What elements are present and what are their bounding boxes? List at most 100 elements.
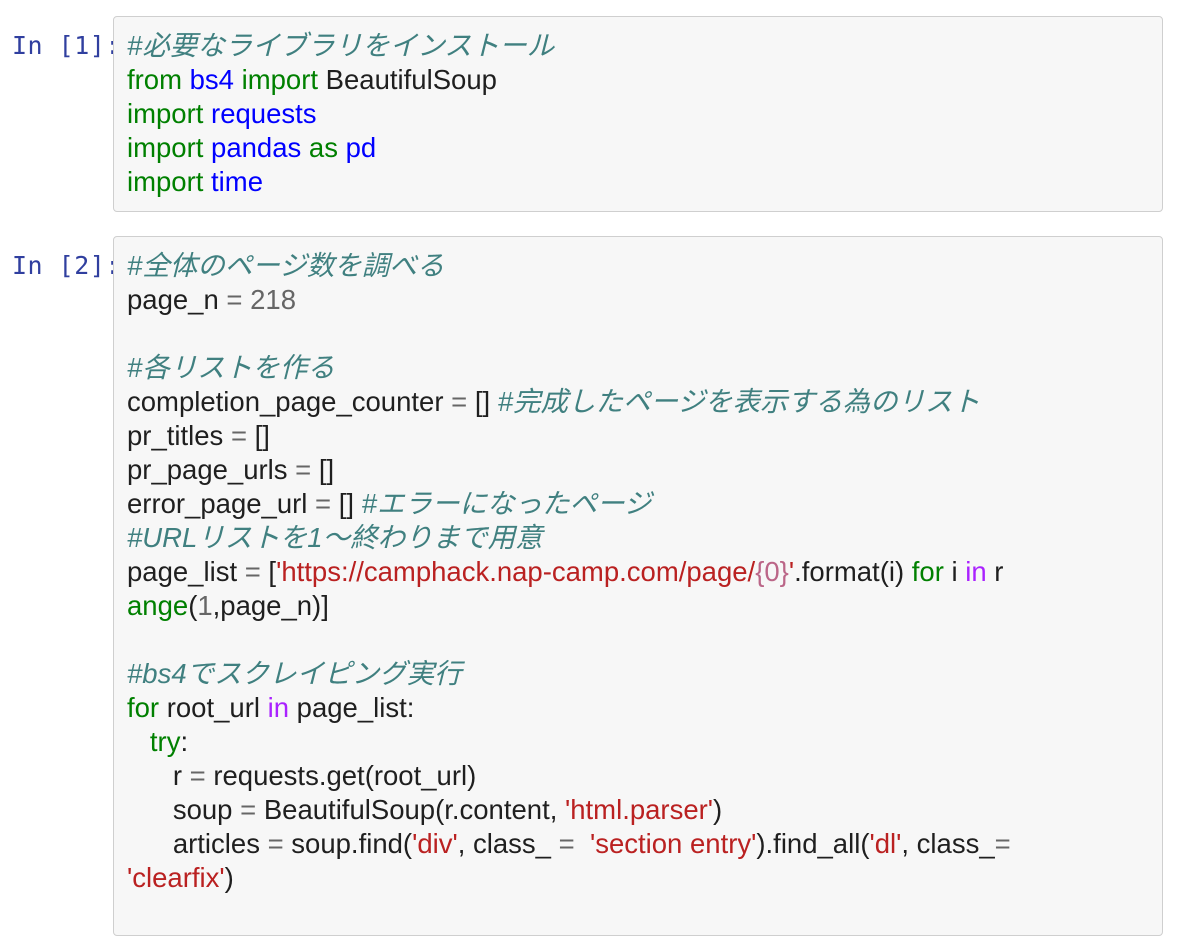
code-token: import xyxy=(127,98,204,129)
code-line: completion_page_counter = [] #完成したページを表示… xyxy=(127,385,1162,419)
code-token: = xyxy=(558,828,575,859)
code-token: = xyxy=(994,828,1011,859)
code-line: error_page_url = [] #エラーになったページ xyxy=(127,487,1162,521)
code-token: #全体のページ数を調べる xyxy=(127,250,445,281)
code-token: pr_page_urls xyxy=(127,454,296,485)
code-token: = xyxy=(240,794,257,825)
code-token: #bs4でスクレイピング実行 xyxy=(127,658,462,689)
code-token: #URLリストを1〜終わりまで用意 xyxy=(127,522,543,553)
code-lines: #必要なライブラリをインストール from bs4 import Beautifu… xyxy=(114,17,1162,199)
code-token: requests.get(root_url) xyxy=(205,760,477,791)
code-token: error_page_url xyxy=(127,488,316,519)
code-line: pr_page_urls = [] xyxy=(127,453,1162,487)
code-token: 'div' xyxy=(412,828,458,859)
code-token: , class_ xyxy=(901,828,995,859)
code-token: = xyxy=(230,420,247,451)
code-line: #各リストを作る xyxy=(127,351,1162,385)
code-token: ( xyxy=(188,590,198,621)
code-token: in xyxy=(965,556,987,587)
code-line: #bs4でスクレイピング実行 xyxy=(127,657,1162,691)
code-token: time xyxy=(211,166,263,197)
code-token: page_list xyxy=(127,556,245,587)
code-token: soup.find( xyxy=(283,828,413,859)
code-cell-2[interactable]: In [2]: #全体のページ数を調べる page_n = 218 #各リストを作る… xyxy=(0,236,1194,936)
code-token: #エラーになったページ xyxy=(361,488,652,519)
code-token: in xyxy=(267,692,290,723)
code-lines: #全体のページ数を調べる page_n = 218 #各リストを作る completi… xyxy=(114,237,1162,895)
code-token: = xyxy=(226,284,243,315)
code-line: for root_url in page_list: xyxy=(127,691,1162,725)
code-line: r = requests.get(root_url) xyxy=(127,759,1162,793)
code-token: i xyxy=(943,556,966,587)
code-line: page_n = 218 xyxy=(127,283,1162,317)
code-cell-1[interactable]: In [1]: #必要なライブラリをインストール from bs4 import … xyxy=(0,16,1194,212)
code-token: import xyxy=(127,132,204,163)
code-token: ).find_all( xyxy=(756,828,870,859)
code-token: articles xyxy=(127,828,268,859)
code-token: pd xyxy=(345,132,377,163)
code-token: soup xyxy=(127,794,241,825)
code-token: pr_titles xyxy=(127,420,231,451)
code-token: r xyxy=(986,556,1004,587)
code-token: = xyxy=(315,488,332,519)
code-token: as xyxy=(308,132,338,163)
code-token: 'html.parser' xyxy=(565,794,714,825)
code-line: ange(1,page_n)] xyxy=(127,589,1162,623)
code-token: bs4 xyxy=(189,64,234,95)
code-token: .format(i) xyxy=(794,556,912,587)
code-token: for xyxy=(127,692,160,723)
code-token: = xyxy=(295,454,312,485)
code-line: try: xyxy=(127,725,1162,759)
code-token: #完成したページを表示する為のリスト xyxy=(497,386,980,417)
cell-prompt: In [2]: xyxy=(12,251,121,280)
code-token: [] xyxy=(247,420,270,451)
code-line: import time xyxy=(127,165,1162,199)
code-token: {0} xyxy=(755,556,789,587)
code-token: 'clearfix' xyxy=(127,862,225,893)
code-line: pr_titles = [] xyxy=(127,419,1162,453)
code-token: 'section entry' xyxy=(589,828,757,859)
code-token: r xyxy=(127,760,190,791)
code-line: 'clearfix') xyxy=(127,861,1162,895)
code-token: 'dl' xyxy=(869,828,902,859)
code-token: root_url xyxy=(159,692,268,723)
code-token: BeautifulSoup xyxy=(318,64,497,95)
code-line: #URLリストを1〜終わりまで用意 xyxy=(127,521,1162,555)
code-token: from xyxy=(127,64,182,95)
code-token: 1 xyxy=(197,590,213,621)
code-token: [] xyxy=(467,386,498,417)
code-token: ange xyxy=(127,590,189,621)
code-token: #各リストを作る xyxy=(127,352,335,383)
code-token: page_list: xyxy=(289,692,415,723)
code-token: [ xyxy=(260,556,277,587)
code-editor[interactable]: #全体のページ数を調べる page_n = 218 #各リストを作る completi… xyxy=(113,236,1163,936)
cell-prompt: In [1]: xyxy=(12,31,121,60)
code-token: = xyxy=(244,556,261,587)
code-editor[interactable]: #必要なライブラリをインストール from bs4 import Beautifu… xyxy=(113,16,1163,212)
code-token: try xyxy=(149,726,181,757)
code-token: for xyxy=(911,556,944,587)
code-line: soup = BeautifulSoup(r.content, 'html.pa… xyxy=(127,793,1162,827)
code-line: #全体のページ数を調べる xyxy=(127,249,1162,283)
code-token: = xyxy=(451,386,468,417)
code-token: , class_ xyxy=(457,828,559,859)
code-token: requests xyxy=(211,98,317,129)
code-token: ) xyxy=(224,862,234,893)
code-line: page_list = ['https://camphack.nap-camp.… xyxy=(127,555,1162,589)
code-token: [] xyxy=(331,488,362,519)
code-token: 'https://camphack.nap-camp.com/page/ xyxy=(276,556,756,587)
code-token: ) xyxy=(713,794,723,825)
code-token: 218 xyxy=(250,284,296,315)
code-token: completion_page_counter xyxy=(127,386,452,417)
code-token: [] xyxy=(311,454,335,485)
code-line: import pandas as pd xyxy=(127,131,1162,165)
